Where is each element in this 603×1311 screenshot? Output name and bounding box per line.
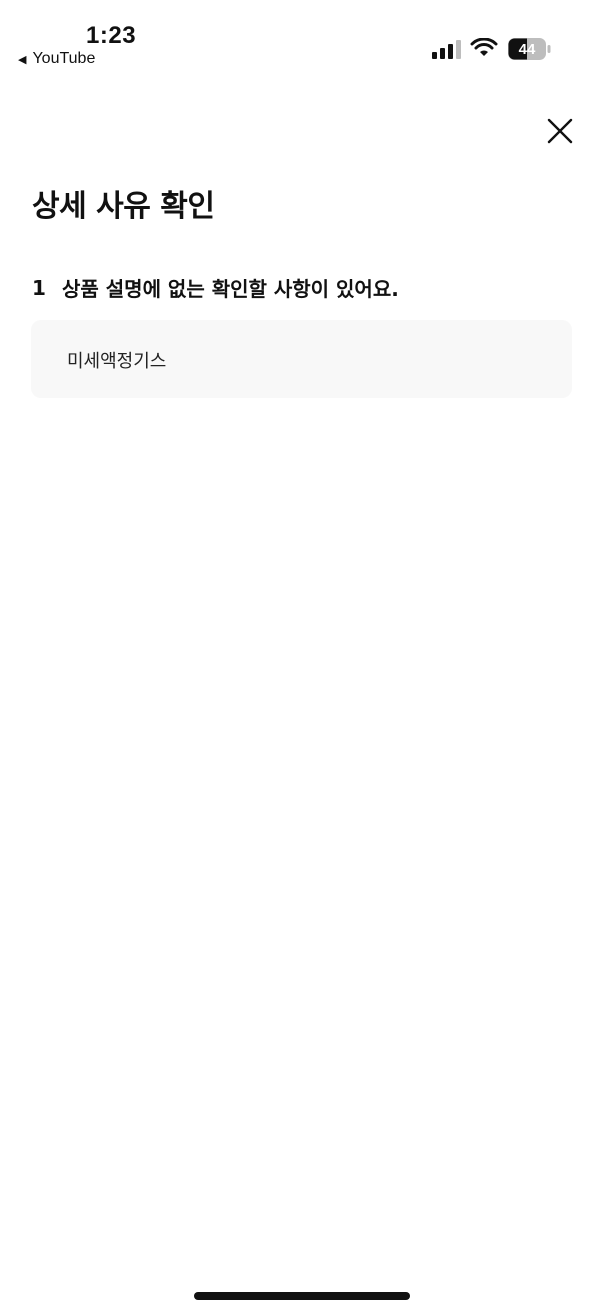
home-indicator[interactable] — [194, 1292, 410, 1300]
status-bar: 1:23 ◀ YouTube 44 — [0, 0, 603, 80]
back-to-app-link[interactable]: ◀ YouTube — [18, 50, 95, 68]
back-app-label: YouTube — [32, 50, 96, 67]
battery-level: 44 — [518, 40, 536, 58]
reason-detail-text: 미세액정기스 — [67, 351, 167, 372]
wifi-icon — [470, 38, 498, 56]
status-time: 1:23 — [86, 22, 137, 49]
reason-item: 1 상품 설명에 없는 확인할 사항이 있어요. — [32, 273, 399, 302]
close-icon[interactable] — [540, 112, 580, 152]
reason-label: 상품 설명에 없는 확인할 사항이 있어요. — [62, 277, 399, 301]
reason-number: 1 — [32, 275, 46, 300]
page-title: 상세 사유 확인 — [32, 189, 215, 224]
back-triangle-icon: ◀ — [18, 53, 27, 66]
cellular-signal-icon — [432, 40, 461, 59]
reason-detail-box: 미세액정기스 — [31, 320, 572, 398]
